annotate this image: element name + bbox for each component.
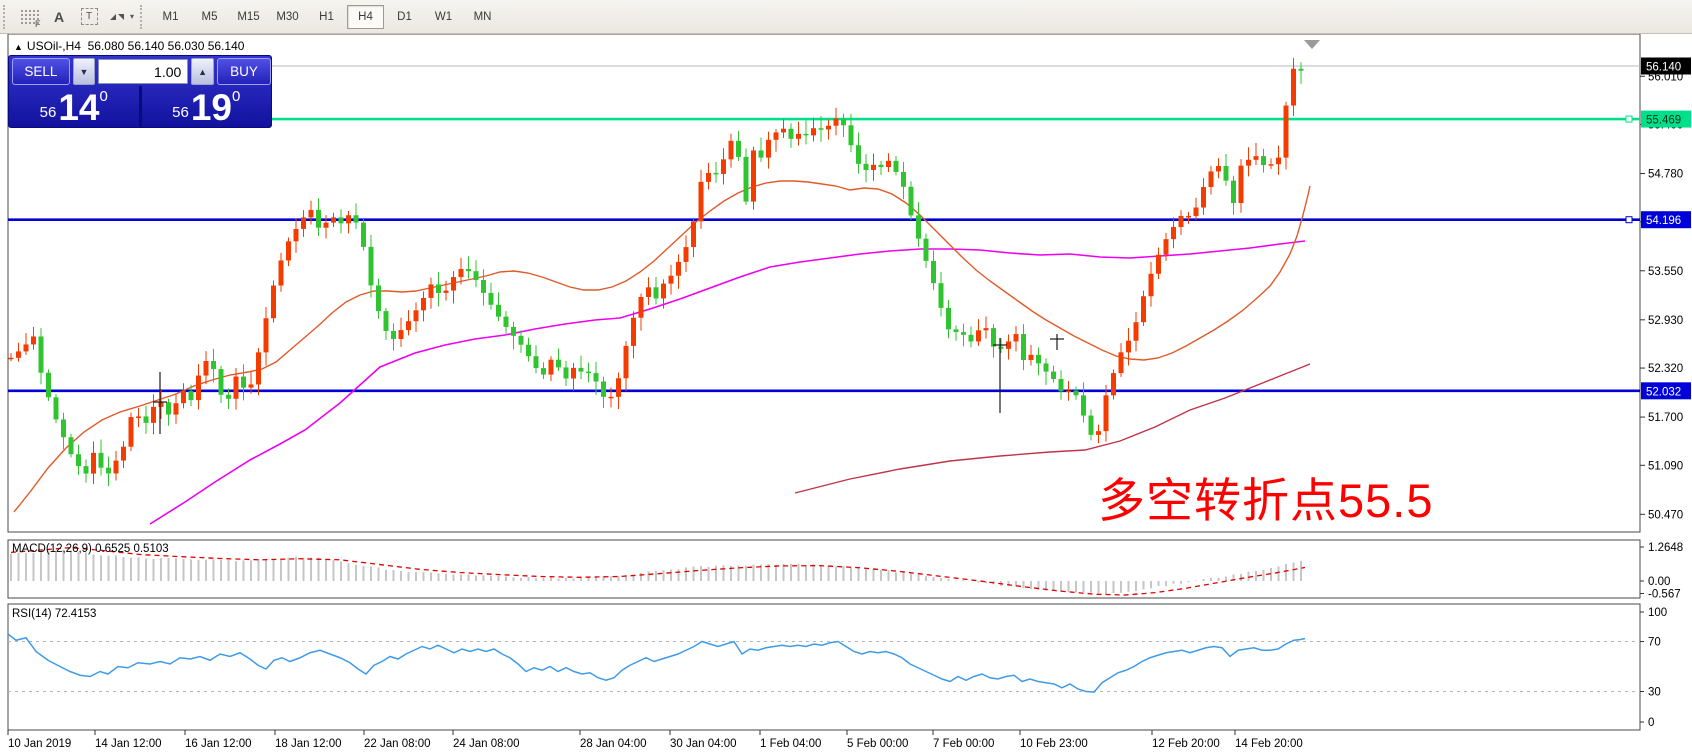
chart-text-annotation[interactable]: 多空转折点55.5 bbox=[1098, 462, 1433, 531]
toolbar-grip[interactable] bbox=[3, 5, 8, 29]
svg-text:100: 100 bbox=[1648, 607, 1667, 619]
timeframe-button-m1[interactable]: M1 bbox=[152, 5, 189, 29]
timeframe-button-d1[interactable]: D1 bbox=[386, 5, 423, 29]
svg-text:16 Jan 12:00: 16 Jan 12:00 bbox=[185, 738, 252, 750]
trade-panel-prices: 56 14 0 56 19 0 bbox=[9, 86, 271, 128]
pane-border bbox=[8, 604, 1640, 730]
buy-button[interactable]: BUY bbox=[217, 58, 271, 85]
svg-text:54.780: 54.780 bbox=[1648, 169, 1683, 181]
volume-input[interactable] bbox=[98, 59, 188, 84]
svg-text:10 Jan 2019: 10 Jan 2019 bbox=[8, 738, 71, 750]
sell-price-figure: 56 bbox=[40, 104, 57, 121]
macd-histogram bbox=[11, 550, 1301, 594]
svg-text:18 Jan 12:00: 18 Jan 12:00 bbox=[275, 738, 342, 750]
svg-text:54.196: 54.196 bbox=[1646, 215, 1681, 227]
timeframe-button-m15[interactable]: M15 bbox=[230, 5, 267, 29]
svg-text:50.470: 50.470 bbox=[1648, 509, 1683, 521]
svg-text:52.320: 52.320 bbox=[1648, 363, 1683, 375]
sell-price[interactable]: 56 14 0 bbox=[9, 86, 139, 128]
volume-increase-button[interactable]: ▲ bbox=[191, 58, 214, 85]
svg-text:51.700: 51.700 bbox=[1648, 412, 1683, 424]
chevron-down-icon: ▾ bbox=[130, 12, 134, 21]
svg-text:0.00: 0.00 bbox=[1648, 576, 1670, 588]
buy-price-big-digits: 19 bbox=[191, 91, 232, 125]
sell-price-big-digits: 14 bbox=[58, 91, 99, 125]
arrows-icon bbox=[107, 10, 127, 24]
svg-text:-0.567: -0.567 bbox=[1648, 589, 1681, 601]
svg-text:1.2648: 1.2648 bbox=[1648, 542, 1683, 554]
timeframe-button-m30[interactable]: M30 bbox=[269, 5, 306, 29]
timeframe-button-w1[interactable]: W1 bbox=[425, 5, 462, 29]
svg-text:14 Feb 20:00: 14 Feb 20:00 bbox=[1235, 738, 1303, 750]
toolbar-grip-2[interactable] bbox=[140, 5, 145, 29]
svg-text:52.032: 52.032 bbox=[1646, 386, 1681, 398]
buy-price-figure: 56 bbox=[172, 104, 189, 121]
symbol-label: USOil-,H4 bbox=[27, 39, 81, 53]
trade-panel-top-row: SELL ▼ ▲ BUY bbox=[9, 58, 271, 85]
cross-marks[interactable] bbox=[153, 334, 1064, 434]
svg-text:56.140: 56.140 bbox=[1646, 62, 1681, 74]
svg-text:1 Feb 04:00: 1 Feb 04:00 bbox=[760, 738, 821, 750]
svg-text:22 Jan 08:00: 22 Jan 08:00 bbox=[364, 738, 431, 750]
one-click-trading-panel: SELL ▼ ▲ BUY 56 14 0 56 19 0 bbox=[8, 55, 272, 128]
svg-text:55.469: 55.469 bbox=[1646, 115, 1681, 127]
chart-title: ▲ USOil-,H4 56.080 56.140 56.030 56.140 bbox=[14, 39, 244, 53]
timeframe-button-h1[interactable]: H1 bbox=[308, 5, 345, 29]
timeframe-button-h4[interactable]: H4 bbox=[347, 5, 384, 29]
svg-text:0: 0 bbox=[1648, 717, 1654, 729]
buy-price-pip: 0 bbox=[232, 88, 240, 105]
svg-text:5 Feb 00:00: 5 Feb 00:00 bbox=[847, 738, 908, 750]
rsi-label: RSI(14) 72.4153 bbox=[12, 608, 96, 620]
chart-window-icon[interactable]: F bbox=[16, 4, 42, 30]
volume-decrease-button[interactable]: ▼ bbox=[73, 58, 96, 85]
svg-text:28 Jan 04:00: 28 Jan 04:00 bbox=[580, 738, 647, 750]
pane-border bbox=[8, 540, 1640, 598]
svg-text:70: 70 bbox=[1648, 637, 1661, 649]
timeframe-button-mn[interactable]: MN bbox=[464, 5, 501, 29]
rsi-line bbox=[8, 634, 1305, 692]
svg-text:30 Jan 04:00: 30 Jan 04:00 bbox=[670, 738, 737, 750]
svg-text:14 Jan 12:00: 14 Jan 12:00 bbox=[95, 738, 162, 750]
text-box-button[interactable]: T bbox=[76, 4, 102, 30]
terminal-window: F A T ▾ M1M5M15M30H1H4D1W1MN 56.01055.40… bbox=[0, 0, 1692, 753]
toolbar: F A T ▾ M1M5M15M30H1H4D1W1MN bbox=[0, 0, 1692, 34]
svg-text:24 Jan 08:00: 24 Jan 08:00 bbox=[453, 738, 520, 750]
chart-canvas[interactable]: 56.01055.40054.78054.17053.55052.93052.3… bbox=[0, 34, 1692, 753]
text-box-icon: T bbox=[81, 8, 98, 25]
svg-text:51.090: 51.090 bbox=[1648, 460, 1683, 472]
time-axis[interactable]: 10 Jan 2019 14 Jan 12:00 16 Jan 12:00 18 Ja… bbox=[8, 730, 1303, 750]
collapse-arrow-icon: ▲ bbox=[14, 42, 23, 52]
svg-text:12 Feb 20:00: 12 Feb 20:00 bbox=[1152, 738, 1220, 750]
cursor-mode-button[interactable]: ▾ bbox=[106, 4, 135, 30]
ohlc-values: 56.080 56.140 56.030 56.140 bbox=[88, 39, 245, 53]
chart-window[interactable]: 56.01055.40054.78054.17053.55052.93052.3… bbox=[0, 34, 1692, 753]
grid-icon: F bbox=[20, 9, 39, 24]
sell-button[interactable]: SELL bbox=[12, 58, 70, 85]
timeframe-button-m5[interactable]: M5 bbox=[191, 5, 228, 29]
svg-text:7 Feb 00:00: 7 Feb 00:00 bbox=[933, 738, 994, 750]
svg-text:52.930: 52.930 bbox=[1648, 315, 1683, 327]
svg-text:30: 30 bbox=[1648, 687, 1661, 699]
svg-text:10 Feb 23:00: 10 Feb 23:00 bbox=[1020, 738, 1088, 750]
price-axis[interactable]: 56.01055.40054.78054.17053.55052.93052.3… bbox=[1640, 58, 1691, 730]
price-arrow-marker[interactable] bbox=[1304, 40, 1320, 49]
sell-price-pip: 0 bbox=[100, 88, 108, 105]
timeframe-group: M1M5M15M30H1H4D1W1MN bbox=[151, 5, 502, 29]
macd-label: MACD(12,26,9) 0.6525 0.5103 bbox=[12, 543, 169, 555]
letter-a-icon: A bbox=[54, 9, 64, 25]
text-label-button[interactable]: A bbox=[46, 4, 72, 30]
svg-text:53.550: 53.550 bbox=[1648, 266, 1683, 278]
buy-price[interactable]: 56 19 0 bbox=[142, 86, 272, 128]
